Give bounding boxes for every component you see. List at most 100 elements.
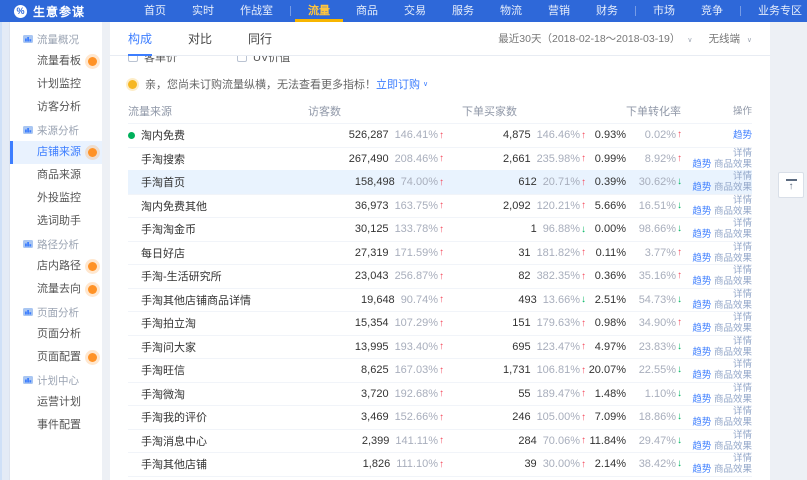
visitors-cell: 19,64890.74%↑ — [296, 294, 444, 306]
conversion-change-block: 38.42%↓ — [626, 458, 682, 470]
product-effect-link[interactable]: 商品效果 — [714, 229, 752, 240]
nav-item-财务[interactable]: 财务 — [583, 0, 631, 22]
product-effect-link[interactable]: 商品效果 — [714, 417, 752, 428]
trend-link[interactable]: 趋势 — [692, 276, 711, 287]
product-effect-link[interactable]: 商品效果 — [714, 347, 752, 358]
product-effect-link[interactable]: 商品效果 — [714, 206, 752, 217]
sidebar-item-商品来源[interactable]: 商品来源 — [10, 164, 102, 187]
product-effect-link[interactable]: 商品效果 — [714, 182, 752, 193]
sidebar-item-流量去向[interactable]: 流量去向 — [10, 278, 102, 301]
trend-link[interactable]: 趋势 — [692, 253, 711, 264]
nav-item-实时[interactable]: 实时 — [179, 0, 227, 22]
detail-link[interactable]: 详情 — [733, 148, 752, 159]
trend-link[interactable]: 趋势 — [692, 323, 711, 334]
product-effect-link[interactable]: 商品效果 — [714, 394, 752, 405]
visitors-cell-change: 133.78% — [395, 223, 438, 235]
trend-link[interactable]: 趋势 — [733, 130, 752, 141]
sidebar-item-页面配置[interactable]: 页面配置 — [10, 346, 102, 369]
notice-dot-icon — [128, 80, 137, 89]
folder-chart-icon — [23, 239, 33, 249]
sidebar-item-选词助手[interactable]: 选词助手 — [10, 210, 102, 233]
back-to-top-button[interactable]: ↑ — [778, 172, 804, 198]
detail-link[interactable]: 详情 — [733, 242, 752, 253]
sidebar-item-计划监控[interactable]: 计划监控 — [10, 73, 102, 96]
sidebar-item-店内路径[interactable]: 店内路径 — [10, 255, 102, 278]
conversion-change: 18.86% — [639, 411, 676, 423]
product-effect-link[interactable]: 商品效果 — [714, 441, 752, 452]
nav-item-市场[interactable]: 市场 — [640, 0, 688, 22]
detail-link[interactable]: 详情 — [733, 336, 752, 347]
sidebar-item-访客分析[interactable]: 访客分析 — [10, 96, 102, 119]
detail-link[interactable]: 详情 — [733, 218, 752, 229]
detail-link[interactable]: 详情 — [733, 171, 752, 182]
product-effect-link[interactable]: 商品效果 — [714, 276, 752, 287]
tab-对比[interactable]: 对比 — [188, 22, 212, 56]
clipped-metric-row: 客单价UV价值 — [110, 56, 770, 67]
source-name: 淘内免费其他 — [141, 198, 207, 214]
sidebar-item-事件配置[interactable]: 事件配置 — [10, 414, 102, 437]
tab-构成[interactable]: 构成 — [128, 22, 152, 56]
visitors-cell-change: 167.03% — [395, 364, 438, 376]
source-dot-spacer — [128, 414, 135, 421]
detail-link[interactable]: 详情 — [733, 383, 752, 394]
nav-item-首页[interactable]: 首页 — [131, 0, 179, 22]
checkbox-客单价[interactable] — [128, 56, 138, 62]
detail-link[interactable]: 详情 — [733, 265, 752, 276]
product-effect-link[interactable]: 商品效果 — [714, 300, 752, 311]
nav-item-物流[interactable]: 物流 — [487, 0, 535, 22]
detail-link[interactable]: 详情 — [733, 430, 752, 441]
visitors-cell-change: 193.40% — [395, 341, 438, 353]
product-effect-link[interactable]: 商品效果 — [714, 370, 752, 381]
trend-link[interactable]: 趋势 — [692, 300, 711, 311]
nav-item-交易[interactable]: 交易 — [391, 0, 439, 22]
sidebar-item-流量看板[interactable]: 流量看板 — [10, 50, 102, 73]
nav-item-流量[interactable]: 流量 — [295, 0, 343, 22]
nav-item-作战室[interactable]: 作战室 — [227, 0, 286, 22]
trend-link[interactable]: 趋势 — [692, 159, 711, 170]
nav-item-服务[interactable]: 服务 — [439, 0, 487, 22]
ops-line-1: 详情 — [682, 289, 752, 300]
trend-link[interactable]: 趋势 — [692, 347, 711, 358]
app-logo[interactable]: % 生意参谋 — [14, 3, 85, 20]
product-effect-link[interactable]: 商品效果 — [714, 323, 752, 334]
nav-item-营销[interactable]: 营销 — [535, 0, 583, 22]
trend-link[interactable]: 趋势 — [692, 229, 711, 240]
trend-link[interactable]: 趋势 — [692, 206, 711, 217]
product-effect-link[interactable]: 商品效果 — [714, 159, 752, 170]
nav-item-业务专区[interactable]: 业务专区 — [745, 0, 807, 22]
detail-link[interactable]: 详情 — [733, 289, 752, 300]
conversion-change: 34.90% — [639, 317, 676, 329]
terminal-selector[interactable]: 无线端 ∨ — [708, 31, 752, 46]
detail-link[interactable]: 详情 — [733, 312, 752, 323]
sidebar-item-运营计划[interactable]: 运营计划 — [10, 391, 102, 414]
conversion-value: 0.00% — [595, 223, 626, 235]
trend-link[interactable]: 趋势 — [692, 370, 711, 381]
column-header-访客数: 访客数 — [296, 103, 444, 119]
trend-link[interactable]: 趋势 — [692, 441, 711, 452]
sidebar-item-店铺来源[interactable]: 店铺来源 — [10, 141, 102, 164]
nav-item-商品[interactable]: 商品 — [343, 0, 391, 22]
operations-cell: 详情趋势 商品效果 — [682, 359, 752, 381]
trend-link[interactable]: 趋势 — [692, 464, 711, 475]
sidebar-item-外投监控[interactable]: 外投监控 — [10, 187, 102, 210]
subscribe-link[interactable]: 立即订购 — [376, 76, 420, 92]
trend-link[interactable]: 趋势 — [692, 182, 711, 193]
source-name-cell: 手淘我的评价 — [128, 409, 296, 425]
sidebar-item-页面分析[interactable]: 页面分析 — [10, 323, 102, 346]
date-range-selector[interactable]: 最近30天（2018-02-18～2018-03-19） ∨ — [498, 31, 692, 46]
detail-link[interactable]: 详情 — [733, 359, 752, 370]
tab-同行[interactable]: 同行 — [248, 22, 272, 56]
product-effect-link[interactable]: 商品效果 — [714, 253, 752, 264]
detail-link[interactable]: 详情 — [733, 406, 752, 417]
product-effect-link[interactable]: 商品效果 — [714, 464, 752, 475]
top-navbar: % 生意参谋 首页实时作战室流量商品交易服务物流营销财务市场竞争业务专区取数学院 — [0, 0, 807, 22]
trend-link[interactable]: 趋势 — [692, 394, 711, 405]
conversion-change-block: 30.62%↓ — [626, 176, 682, 188]
buyers-cell: 31181.82%↑ — [444, 247, 586, 259]
checkbox-UV价值[interactable] — [237, 56, 247, 62]
nav-item-竞争[interactable]: 竞争 — [688, 0, 736, 22]
trend-link[interactable]: 趋势 — [692, 417, 711, 428]
operations-cell: 详情趋势 商品效果 — [682, 289, 752, 311]
detail-link[interactable]: 详情 — [733, 195, 752, 206]
detail-link[interactable]: 详情 — [733, 453, 752, 464]
